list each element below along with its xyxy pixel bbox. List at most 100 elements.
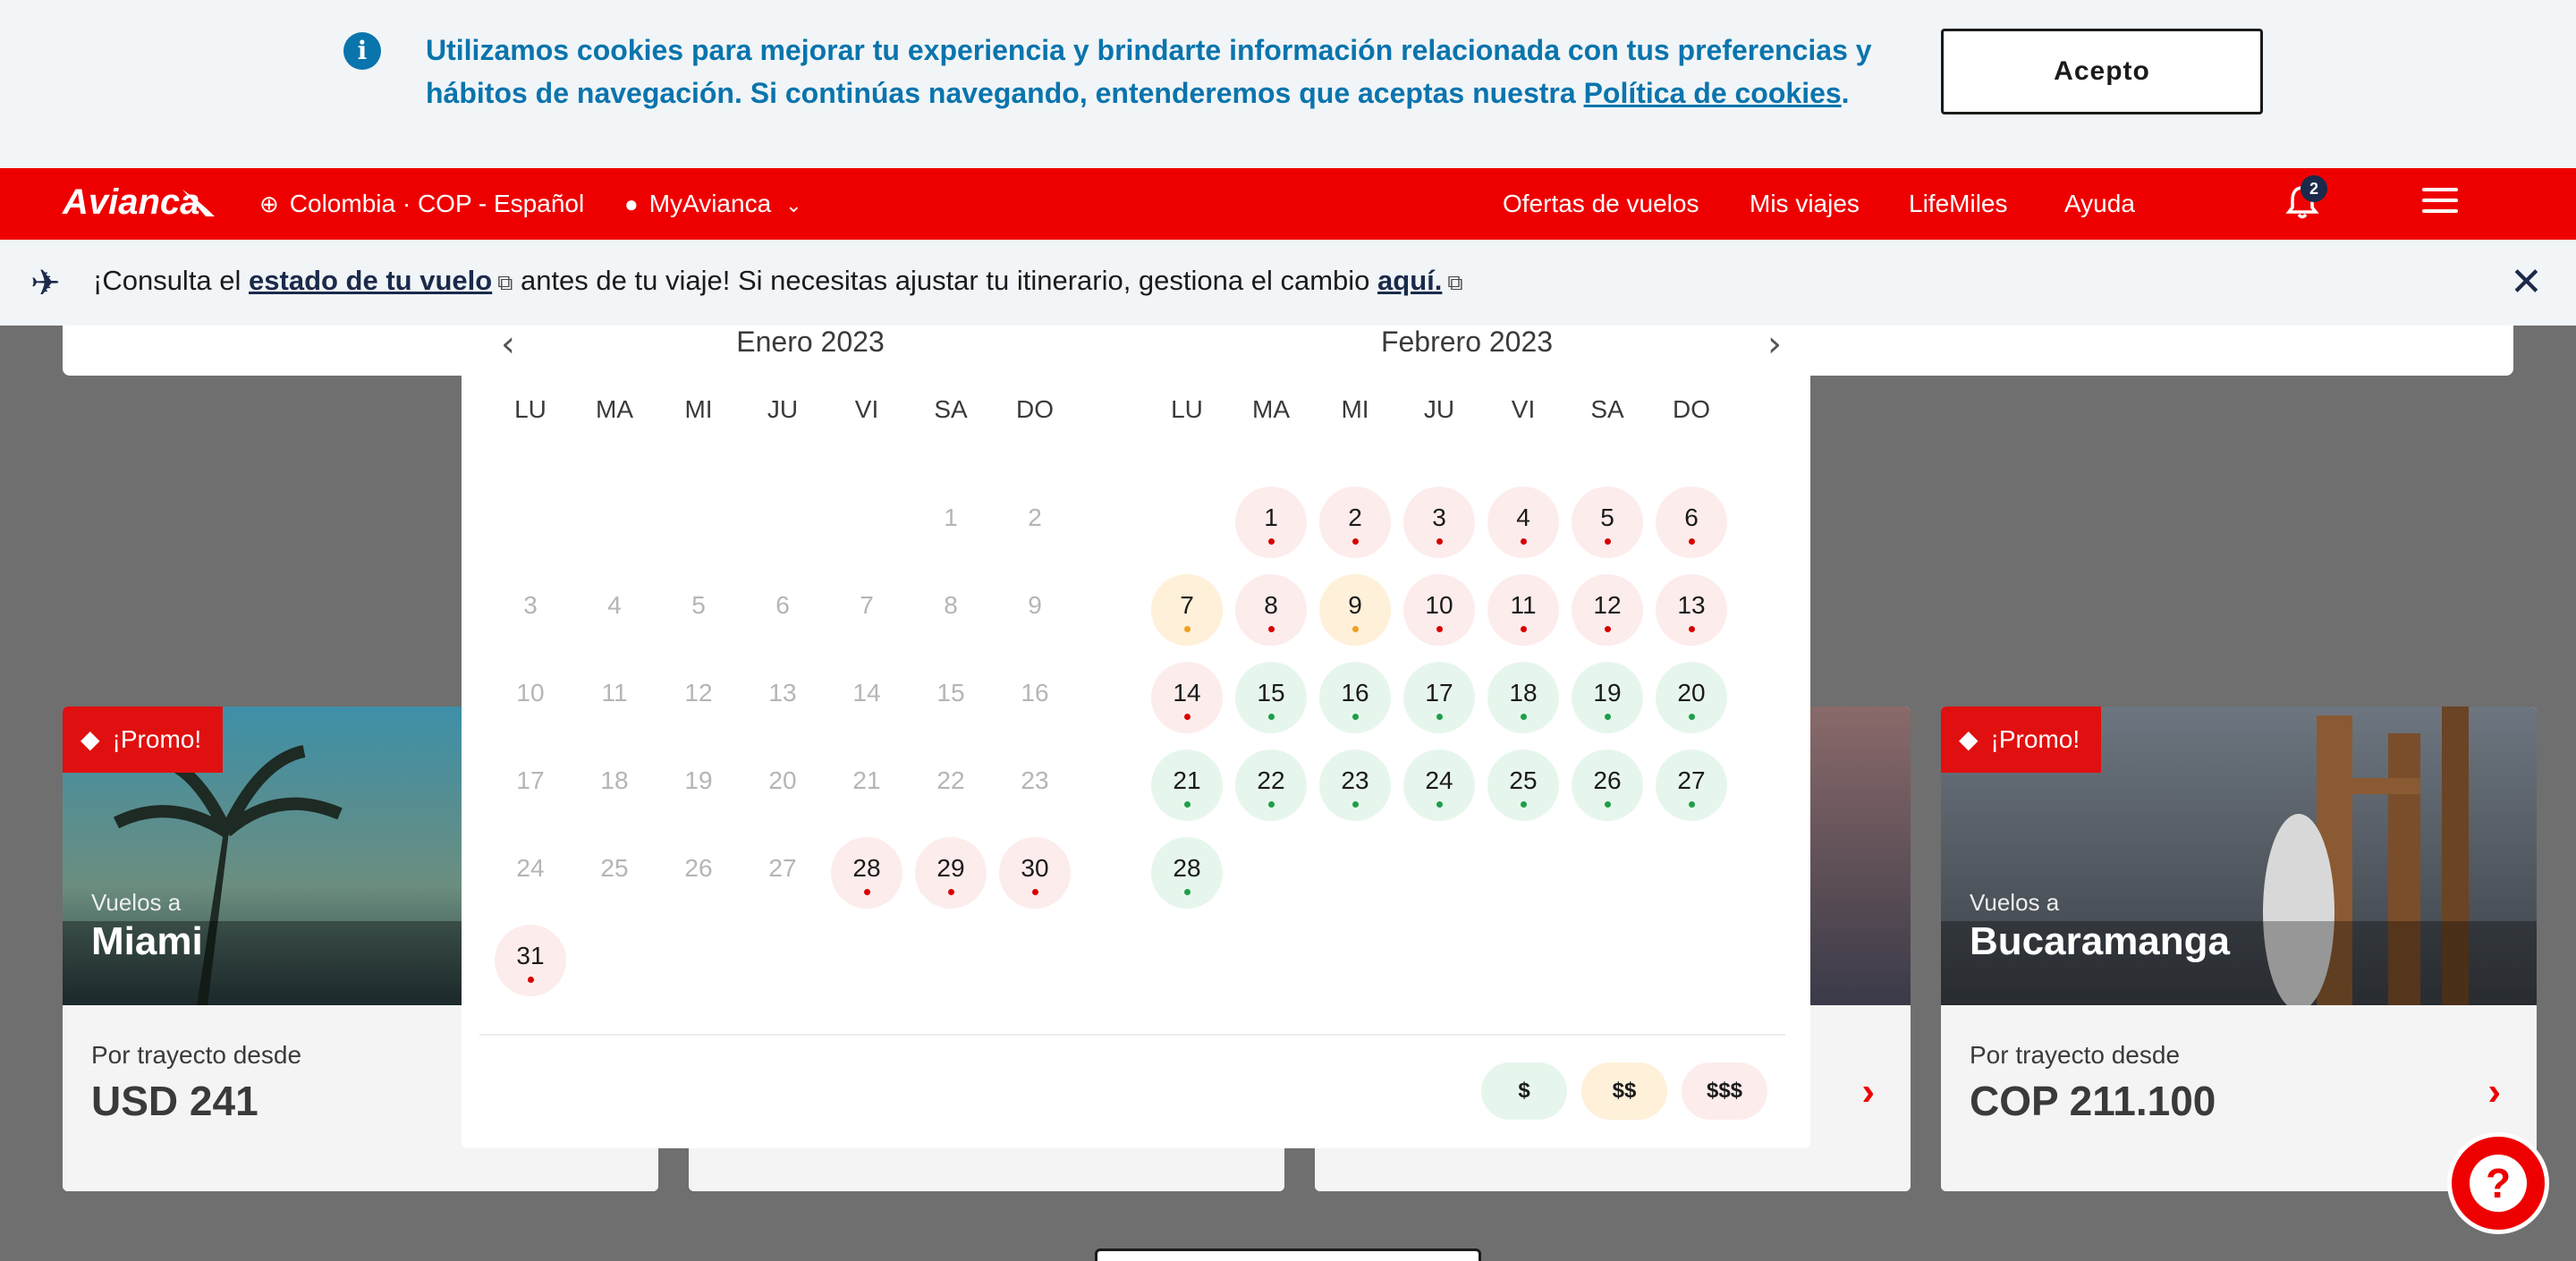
calendar-day[interactable]: 21 [1151,749,1223,821]
day-number: 16 [1021,679,1049,707]
weekday-label: VI [1511,395,1536,423]
nav-link-ayuda[interactable]: Ayuda [2064,190,2135,218]
promo-card-bucaramanga[interactable]: ◆ ¡Promo! Vuelos a Bucaramanga Por trayec… [1941,707,2537,1191]
calendar-day[interactable]: 28 [831,837,902,909]
calendar-day: 3 [495,574,566,646]
calendar-day[interactable]: 30 [999,837,1071,909]
calendar-day: 24 [495,837,566,909]
calendar-day: 23 [999,749,1071,821]
calendar-day[interactable]: 2 [1319,487,1391,558]
price-indicator-dot [1436,801,1443,808]
calendar-day[interactable]: 20 [1656,662,1727,733]
day-number: 27 [768,854,797,882]
price-indicator-dot [1352,538,1359,545]
accept-cookies-button[interactable]: Acepto [1941,29,2263,114]
day-number: 30 [1021,854,1049,882]
user-icon: ● [624,190,639,217]
logo-bird-icon [182,190,215,216]
weekday-label: MA [596,395,633,423]
calendar-day[interactable]: 4 [1487,487,1559,558]
vuelos-label: Vuelos a [91,889,182,916]
price-caption: Por trayecto desde [1970,1041,2181,1069]
calendar-day: 19 [663,749,734,821]
day-number: 23 [1341,766,1369,794]
calendar-day[interactable]: 10 [1403,574,1475,646]
day-number: 5 [1600,504,1614,531]
calendar-day[interactable]: 1 [1235,487,1307,558]
calendar-day: 22 [915,749,987,821]
calendar-day[interactable]: 22 [1235,749,1307,821]
calendar-day: 17 [495,749,566,821]
calendar-day[interactable]: 15 [1235,662,1307,733]
calendar-day[interactable]: 25 [1487,749,1559,821]
chevron-right-icon[interactable]: › [2487,1070,2501,1114]
myavianca-menu[interactable]: ● MyAvianca ⌄ [624,190,802,218]
legend-mid-price: $$ [1581,1062,1667,1120]
calendar-day[interactable]: 5 [1572,487,1643,558]
day-number: 3 [523,591,538,619]
price-indicator-dot [1689,538,1695,545]
day-number: 12 [684,679,713,707]
calendar-day: 11 [579,662,650,733]
calendar-day[interactable]: 11 [1487,574,1559,646]
hamburger-menu-icon[interactable] [2422,188,2458,218]
price-indicator-dot [1521,714,1527,720]
day-number: 21 [1173,766,1201,794]
flight-status-link[interactable]: estado de tu vuelo [249,265,492,296]
nav-link-mis-viajes[interactable]: Mis viajes [1750,190,1860,218]
calendar-day[interactable]: 24 [1403,749,1475,821]
calendar-day[interactable]: 16 [1319,662,1391,733]
nav-link-lifemiles[interactable]: LifeMiles [1909,190,2007,218]
calendar-day[interactable]: 18 [1487,662,1559,733]
calendar-day[interactable]: 3 [1403,487,1475,558]
calendar-day[interactable]: 9 [1319,574,1391,646]
nav-link-ofertas[interactable]: Ofertas de vuelos [1503,190,1699,218]
calendar-day[interactable]: 12 [1572,574,1643,646]
price-indicator-dot [1436,626,1443,632]
calendar-day: 26 [663,837,734,909]
more-offers-button[interactable] [1095,1248,1481,1261]
calendar-day[interactable]: 29 [915,837,987,909]
price-indicator-dot [1605,538,1611,545]
cookie-policy-link[interactable]: Política de cookies [1584,77,1842,109]
calendar-day[interactable]: 27 [1656,749,1727,821]
external-link-icon: ⧉ [1447,271,1463,295]
external-link-icon: ⧉ [497,271,513,295]
help-button[interactable]: ? [2447,1132,2549,1234]
price-value: COP 211.100 [1970,1078,2216,1124]
calendar-day: 12 [663,662,734,733]
weekday-label: LU [1171,395,1203,423]
day-number: 18 [600,766,629,794]
day-number: 22 [936,766,965,794]
day-number: 20 [1677,679,1706,707]
day-number: 29 [936,854,965,882]
calendar-day[interactable]: 6 [1656,487,1727,558]
calendar-day[interactable]: 8 [1235,574,1307,646]
chevron-right-icon[interactable]: › [1767,324,1782,365]
calendar-day[interactable]: 7 [1151,574,1223,646]
calendar-day[interactable]: 31 [495,925,566,996]
calendar-day[interactable]: 19 [1572,662,1643,733]
price-indicator-dot [528,977,534,983]
close-icon[interactable]: ✕ [2510,259,2543,305]
day-number: 3 [1432,504,1446,531]
calendar-day: 14 [831,662,902,733]
day-number: 15 [936,679,965,707]
airplane-icon: ✈ [30,264,61,303]
chevron-right-icon[interactable]: › [1861,1070,1875,1114]
calendar-day[interactable]: 28 [1151,837,1223,909]
calendar-day[interactable]: 23 [1319,749,1391,821]
change-itinerary-link[interactable]: aquí. [1377,265,1442,296]
calendar-day[interactable]: 14 [1151,662,1223,733]
tag-icon: ◆ [1959,725,1979,753]
calendar-day: 25 [579,837,650,909]
flight-status-strip: ✈ ¡Consulta el estado de tu vuelo ⧉ antes… [0,240,2576,326]
region-selector[interactable]: ⊕ Colombia · COP - Español [259,190,584,218]
price-indicator-dot [1605,801,1611,808]
calendar-day[interactable]: 13 [1656,574,1727,646]
day-number: 8 [944,591,958,619]
day-number: 12 [1593,591,1622,619]
calendar-day[interactable]: 26 [1572,749,1643,821]
card-body: Por trayecto desde COP 211.100 › [1941,1005,2537,1191]
calendar-day[interactable]: 17 [1403,662,1475,733]
